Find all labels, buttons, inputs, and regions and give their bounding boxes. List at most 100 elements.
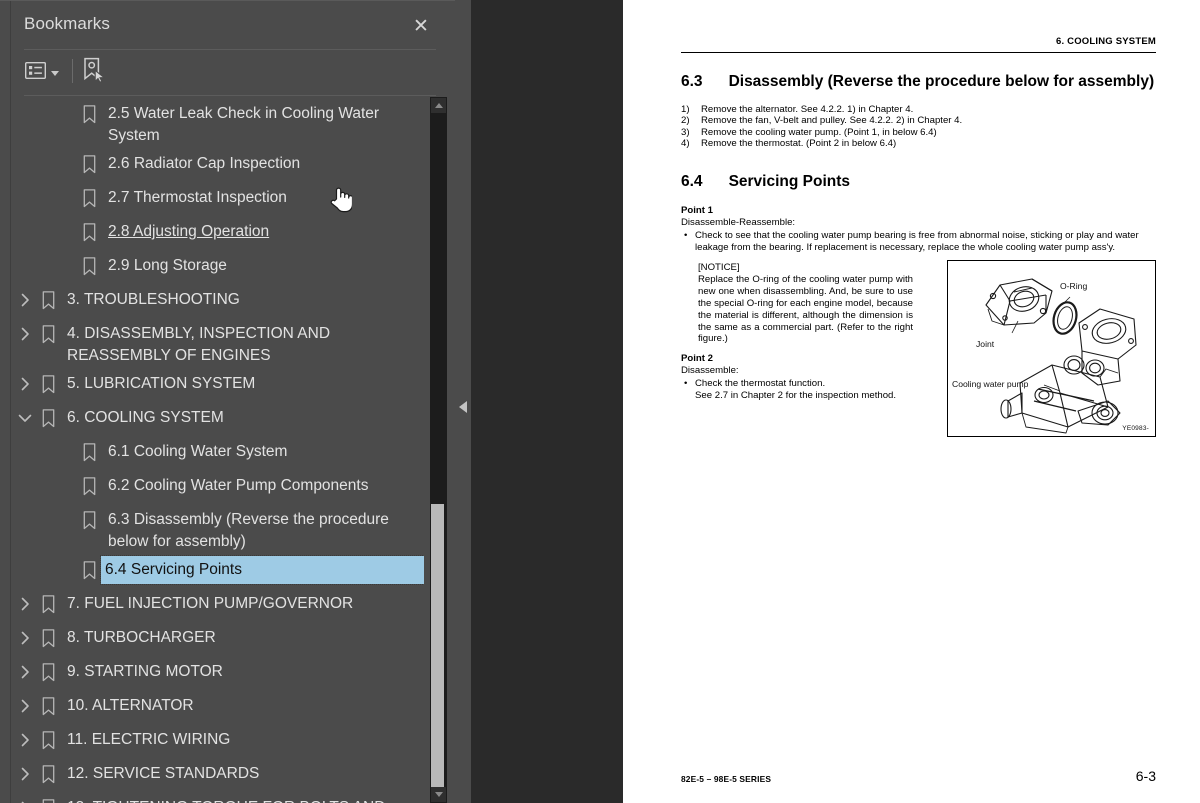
chevron-right-icon[interactable] xyxy=(14,317,36,351)
bookmark-item[interactable]: 2.7 Thermostat Inspection xyxy=(11,181,424,215)
bookmark-icon xyxy=(77,215,101,249)
chevron-right-icon[interactable] xyxy=(14,283,36,317)
footer-page-number: 6-3 xyxy=(1135,768,1156,784)
bookmark-item[interactable]: 3. TROUBLESHOOTING xyxy=(11,283,424,317)
bookmark-item-label: 5. LUBRICATION SYSTEM xyxy=(67,375,256,392)
bookmark-item-label: 6.3 Disassembly (Reverse the procedure b… xyxy=(108,511,394,550)
bookmark-item-label: 10. ALTERNATOR xyxy=(67,697,194,714)
bookmark-item[interactable]: 7. FUEL INJECTION PUMP/GOVERNOR xyxy=(11,587,424,621)
bullet-dot-icon: • xyxy=(684,378,688,390)
bullet-dot-icon: • xyxy=(684,230,688,242)
scroll-up-arrow-icon[interactable] xyxy=(431,98,446,113)
bookmark-icon xyxy=(36,689,60,723)
close-icon[interactable]: ✕ xyxy=(407,13,435,39)
bookmark-item[interactable]: 4. DISASSEMBLY, INSPECTION AND REASSEMBL… xyxy=(11,317,424,367)
bookmark-item-label: 3. TROUBLESHOOTING xyxy=(67,291,240,308)
figure-label-oring: O-Ring xyxy=(1060,281,1088,291)
chevron-right-icon[interactable] xyxy=(14,587,36,621)
point-1-heading: Point 1 xyxy=(681,205,713,216)
bookmark-icon xyxy=(36,401,60,435)
toolbar-divider xyxy=(24,95,436,96)
chevron-right-icon[interactable] xyxy=(14,655,36,689)
notice-block: [NOTICE] Replace the O-ring of the cooli… xyxy=(698,262,913,345)
bookmark-icon xyxy=(36,283,60,317)
step-number: 2) xyxy=(681,115,690,127)
bookmark-item[interactable]: 6.1 Cooling Water System xyxy=(11,435,424,469)
point-2-heading: Point 2 xyxy=(681,353,713,364)
bookmark-item[interactable]: 2.5 Water Leak Check in Cooling Water Sy… xyxy=(11,97,424,147)
chevron-right-icon[interactable] xyxy=(14,689,36,723)
find-current-bookmark-button[interactable] xyxy=(82,57,106,87)
bookmark-item[interactable]: 9. STARTING MOTOR xyxy=(11,655,424,689)
scroll-down-arrow-icon[interactable] xyxy=(431,787,446,802)
point-1-subheading: Disassemble-Reassemble: xyxy=(681,216,796,228)
header-divider xyxy=(24,49,436,50)
step-number: 1) xyxy=(681,104,690,115)
point-2-subheading: Disassemble: xyxy=(681,364,739,376)
bookmark-item-label: 6. COOLING SYSTEM xyxy=(67,409,224,426)
step-number: 3) xyxy=(681,126,690,138)
bookmark-item[interactable]: 2.8 Adjusting Operation xyxy=(11,215,424,249)
bookmark-icon xyxy=(36,317,60,351)
step-text: Remove the alternator. See 4.2.2. 1) in … xyxy=(701,104,914,115)
chevron-right-icon[interactable] xyxy=(14,367,36,401)
bookmark-item[interactable]: 13. TIGHTENING TORQUE FOR BOLTS AND NUTS xyxy=(11,791,424,803)
point-2-bullet-line2: See 2.7 in Chapter 2 for the inspection … xyxy=(695,389,897,401)
chevron-right-icon[interactable] xyxy=(14,757,36,791)
bookmark-item-label: 2.8 Adjusting Operation xyxy=(108,223,270,240)
disassembly-step: 2) Remove the fan, V-belt and pulley. See… xyxy=(681,115,1151,126)
collapse-panel-arrow-icon[interactable] xyxy=(455,396,471,418)
bookmark-item-label: 2.7 Thermostat Inspection xyxy=(108,189,287,206)
point-1-block: Point 1 Disassemble-Reassemble: • Check … xyxy=(681,205,1153,254)
bookmark-icon xyxy=(77,181,101,215)
bookmark-icon xyxy=(36,791,60,803)
bookmark-icon xyxy=(77,503,101,537)
bookmark-item-label: 6.2 Cooling Water Pump Components xyxy=(108,477,369,494)
section-6-4-heading: 6.4 Servicing Points xyxy=(681,173,850,191)
twisty-placeholder xyxy=(55,249,77,283)
list-options-button[interactable] xyxy=(24,58,59,88)
figure-code: YE0983- xyxy=(1122,425,1149,432)
bookmark-item-label: 4. DISASSEMBLY, INSPECTION AND REASSEMBL… xyxy=(67,325,335,364)
chevron-down-icon xyxy=(51,70,59,76)
cooling-water-pump-assembly-diagram: O-Ring Joint Cooling water pump YE0983- xyxy=(947,260,1156,437)
step-text: Remove the thermostat. (Point 2 in below… xyxy=(701,138,897,150)
bookmark-item[interactable]: 6. COOLING SYSTEM xyxy=(11,401,424,435)
bookmark-item[interactable]: 6.4 Servicing Points xyxy=(11,553,424,587)
figure-label-pump: Cooling water pump xyxy=(952,379,1029,389)
bookmark-item[interactable]: 11. ELECTRIC WIRING xyxy=(11,723,424,757)
bookmark-item-label: 2.5 Water Leak Check in Cooling Water Sy… xyxy=(108,105,384,144)
step-text: Remove the cooling water pump. (Point 1,… xyxy=(701,126,937,138)
bookmark-item[interactable]: 6.2 Cooling Water Pump Components xyxy=(11,469,424,503)
bookmark-item[interactable]: 6.3 Disassembly (Reverse the procedure b… xyxy=(11,503,424,553)
point-1-bullet-text: Check to see that the cooling water pump… xyxy=(695,230,1139,253)
bookmarks-scrollbar-track[interactable] xyxy=(430,97,447,803)
bookmark-icon xyxy=(77,435,101,469)
twisty-placeholder xyxy=(55,469,77,503)
bookmark-item[interactable]: 12. SERVICE STANDARDS xyxy=(11,757,424,791)
step-text: Remove the fan, V-belt and pulley. See 4… xyxy=(701,115,963,127)
bookmark-item[interactable]: 5. LUBRICATION SYSTEM xyxy=(11,367,424,401)
bookmark-item[interactable]: 2.6 Radiator Cap Inspection xyxy=(11,147,424,181)
twisty-placeholder xyxy=(55,503,77,537)
bookmark-item-label: 7. FUEL INJECTION PUMP/GOVERNOR xyxy=(67,595,354,612)
bookmark-item[interactable]: 8. TURBOCHARGER xyxy=(11,621,424,655)
header-rule xyxy=(681,52,1156,54)
chevron-right-icon[interactable] xyxy=(14,791,36,803)
notice-heading: [NOTICE] xyxy=(698,262,740,273)
bookmark-item[interactable]: 2.9 Long Storage xyxy=(11,249,424,283)
chevron-right-icon[interactable] xyxy=(14,621,36,655)
bookmark-icon xyxy=(77,553,101,587)
bookmark-item[interactable]: 10. ALTERNATOR xyxy=(11,689,424,723)
bookmark-item-label: 12. SERVICE STANDARDS xyxy=(67,765,260,782)
bookmark-item-label: 8. TURBOCHARGER xyxy=(67,629,216,646)
disassembly-step: 3) Remove the cooling water pump. (Point … xyxy=(681,127,1151,138)
disassembly-steps-list: 1) Remove the alternator. See 4.2.2. 1) i… xyxy=(681,104,1151,150)
bookmarks-tree[interactable]: 2.5 Water Leak Check in Cooling Water Sy… xyxy=(11,97,424,803)
chevron-right-icon[interactable] xyxy=(14,723,36,757)
chevron-down-icon[interactable] xyxy=(14,401,36,435)
bookmark-icon xyxy=(36,367,60,401)
bookmarks-toolbar xyxy=(11,53,455,95)
bookmarks-scrollbar-thumb[interactable] xyxy=(431,504,444,792)
bookmarks-header: Bookmarks ✕ xyxy=(11,2,455,50)
